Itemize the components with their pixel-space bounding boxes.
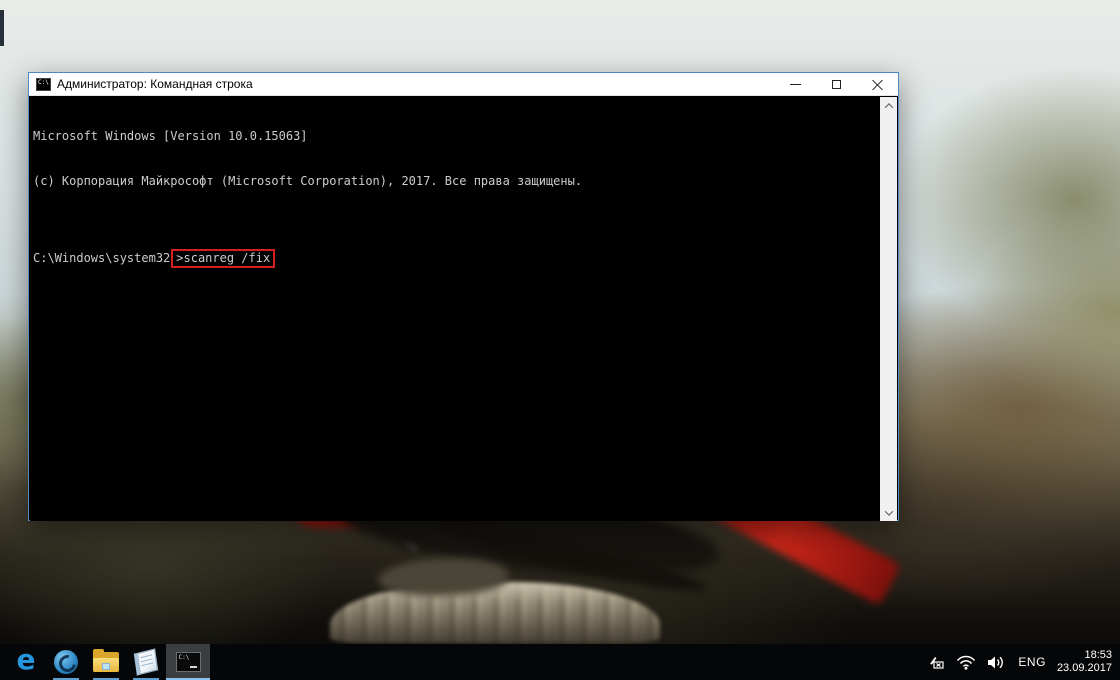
desktop: Администратор: Командная строка Microsof… (0, 0, 1120, 680)
chevron-down-icon (884, 507, 892, 515)
volume-icon[interactable] (987, 655, 1007, 670)
cmd-window: Администратор: Командная строка Microsof… (28, 72, 899, 521)
pen-input-icon[interactable] (927, 655, 945, 669)
minimize-button[interactable] (775, 73, 816, 95)
maximize-icon (832, 80, 841, 89)
taskbar: e (0, 644, 1120, 680)
close-icon (872, 79, 883, 90)
edge-icon: e (17, 647, 36, 673)
scroll-down-button[interactable] (880, 504, 897, 521)
tray-date: 23.09.2017 (1057, 662, 1112, 674)
screen-edge-artifact (0, 10, 4, 46)
prompt-path: C:\Windows\system32 (33, 251, 170, 265)
minimize-icon (790, 84, 801, 85)
file-explorer-icon (93, 652, 119, 672)
wifi-icon[interactable] (956, 655, 976, 670)
taskbar-blue-circle-app-button[interactable] (46, 644, 86, 680)
titlebar[interactable]: Администратор: Командная строка (29, 73, 898, 96)
console-line-copyright: (c) Корпорация Майкрософт (Microsoft Cor… (33, 174, 882, 189)
console-line-version: Microsoft Windows [Version 10.0.15063] (33, 129, 882, 144)
console-output[interactable]: Microsoft Windows [Version 10.0.15063] (… (30, 97, 882, 521)
taskbar-edge-button[interactable]: e (6, 644, 46, 680)
taskbar-apps: e (0, 644, 210, 680)
typed-command: >scanreg /fix (176, 251, 270, 265)
notepad-icon (134, 648, 158, 675)
close-button[interactable] (857, 73, 898, 95)
taskbar-notepad-button[interactable] (126, 644, 166, 680)
clock[interactable]: 18:53 23.09.2017 (1057, 649, 1112, 675)
taskbar-file-explorer-button[interactable] (86, 644, 126, 680)
scroll-up-button[interactable] (880, 97, 897, 114)
maximize-button[interactable] (816, 73, 857, 95)
wallpaper-wood-stump (330, 582, 660, 644)
highlight-box: >scanreg /fix (171, 249, 275, 268)
folder-slot (102, 663, 110, 670)
taskbar-cmd-button[interactable] (166, 644, 210, 680)
scrollbar[interactable] (880, 97, 897, 521)
window-title: Администратор: Командная строка (57, 77, 253, 91)
chevron-up-icon (884, 103, 892, 111)
blue-circle-app-icon (54, 650, 78, 674)
window-controls (775, 73, 898, 95)
cmd-taskbar-icon (176, 652, 201, 672)
console-prompt-line: C:\Windows\system32 >scanreg /fix (33, 249, 882, 268)
system-tray: ENG 18:53 23.09.2017 (927, 644, 1120, 680)
language-indicator[interactable]: ENG (1018, 655, 1046, 669)
cmd-window-icon (36, 78, 51, 91)
tray-time: 18:53 (1084, 649, 1112, 661)
